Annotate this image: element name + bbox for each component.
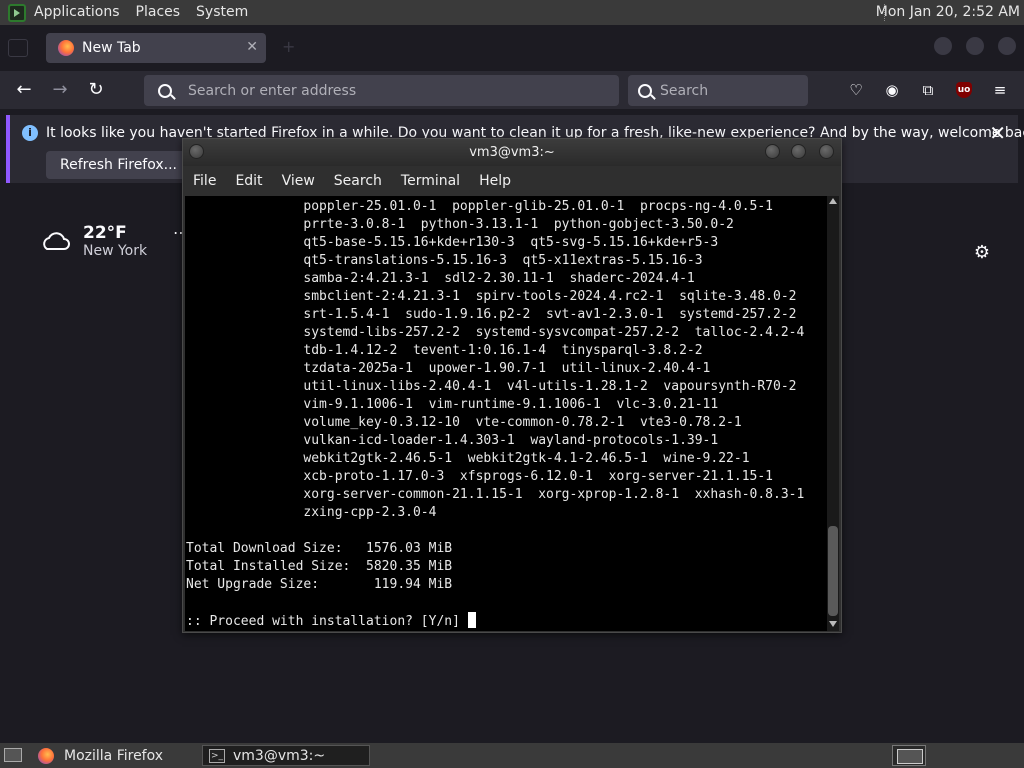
terminal-line: qt5-base-5.15.16+kde+r130-3 qt5-svg-5.15… [186,235,719,250]
menu-search[interactable]: Search [334,173,382,189]
terminal-line: poppler-25.01.0-1 poppler-glib-25.01.0-1… [186,199,773,214]
terminal-window: vm3@vm3:~ File Edit View Search Terminal… [182,138,842,633]
terminal-line: xcb-proto-1.17.0-3 xfsprogs-6.12.0-1 xor… [186,469,773,484]
applications-logo-icon[interactable] [8,3,26,22]
terminal-line: Total Download Size: 1576.03 MiB [186,541,453,556]
tab-close-icon[interactable]: ✕ [246,39,258,55]
workspace-switcher[interactable] [892,745,926,766]
terminal-icon: >_ [209,748,225,763]
applications-menu[interactable]: Applications [26,0,128,25]
close-window-button[interactable] [998,37,1016,55]
terminal-line: vulkan-icd-loader-1.4.303-1 wayland-prot… [186,433,719,448]
terminal-line: Net Upgrade Size: 119.94 MiB [186,577,453,592]
window-menu-button[interactable] [189,144,204,159]
taskbar-item-label: Mozilla Firefox [64,747,164,764]
firefox-view-icon[interactable] [8,39,28,57]
new-tab-button[interactable]: + [282,37,295,56]
clock[interactable]: Mon Jan 20, 2:52 AM [876,0,1020,25]
close-icon[interactable]: ✕ [989,121,1006,145]
tab-title: New Tab [82,40,141,56]
terminal-scrollbar[interactable] [827,196,839,631]
menu-file[interactable]: File [193,173,216,189]
search-icon [638,83,652,98]
search-placeholder: Search [660,82,709,99]
scrollbar-thumb[interactable] [828,526,838,616]
firefox-icon [38,747,54,764]
places-menu[interactable]: Places [128,0,189,25]
terminal-line: util-linux-libs-2.40.4-1 v4l-utils-1.28.… [186,379,797,394]
account-icon[interactable]: ◉ [882,80,902,100]
refresh-firefox-button[interactable]: Refresh Firefox... [46,151,192,179]
taskbar-item-label: vm3@vm3:~ [233,747,326,764]
search-input[interactable]: Search [628,75,808,106]
search-icon [158,83,172,98]
terminal-titlebar[interactable]: vm3@vm3:~ [183,139,841,166]
nav-bar: ← → ↻ Search or enter address Search ♡ ◉… [0,71,1024,109]
terminal-line: samba-2:4.21.3-1 sdl2-2.30.11-1 shaderc-… [186,271,695,286]
terminal-title: vm3@vm3:~ [469,145,555,160]
terminal-line: srt-1.5.4-1 sudo-1.9.16.p2-2 svt-av1-2.3… [186,307,797,322]
system-menu[interactable]: System [188,0,256,25]
forward-icon[interactable]: → [49,79,71,101]
back-icon[interactable]: ← [13,79,35,101]
scroll-down-icon[interactable] [829,621,837,627]
gear-icon[interactable]: ⚙ [972,243,992,263]
bottom-taskbar: Mozilla Firefox >_ vm3@vm3:~ [0,743,1024,768]
maximize-button[interactable] [791,144,806,159]
firefox-favicon-icon [58,40,74,56]
terminal-line: zxing-cpp-2.3.0-4 [186,505,437,520]
tab-bar: New Tab ✕ + [0,25,1024,71]
terminal-line: tdb-1.4.12-2 tevent-1:0.16.1-4 tinysparq… [186,343,703,358]
hamburger-menu-icon[interactable]: ≡ [990,80,1010,100]
terminal-output[interactable]: poppler-25.01.0-1 poppler-glib-25.01.0-1… [185,196,827,631]
terminal-menubar: File Edit View Search Terminal Help [183,166,841,196]
terminal-cursor [467,612,476,628]
terminal-line: prrte-3.0.8-1 python-3.13.1-1 python-gob… [186,217,734,232]
terminal-text: poppler-25.01.0-1 poppler-glib-25.01.0-1… [186,198,804,631]
menu-view[interactable]: View [282,173,315,189]
reload-icon[interactable]: ↻ [85,79,107,101]
terminal-prompt: :: Proceed with installation? [Y/n] [186,614,468,629]
terminal-line: volume_key-0.3.12-10 vte-common-0.78.2-1… [186,415,742,430]
menu-help[interactable]: Help [479,173,511,189]
terminal-line: qt5-translations-5.15.16-3 qt5-x11extras… [186,253,703,268]
weather-temperature: 22°F [83,223,127,243]
terminal-line: tzdata-2025a-1 upower-1.90.7-1 util-linu… [186,361,711,376]
taskbar-item-terminal[interactable]: >_ vm3@vm3:~ [202,745,370,766]
close-button[interactable] [819,144,834,159]
url-input[interactable]: Search or enter address [144,75,619,106]
terminal-line: webkit2gtk-2.46.5-1 webkit2gtk-4.1-2.46.… [186,451,750,466]
pocket-icon[interactable]: ♡ [846,80,866,100]
taskbar-item-firefox[interactable]: Mozilla Firefox [32,745,200,766]
scroll-up-icon[interactable] [829,198,837,204]
weather-city: New York [83,243,148,259]
top-panel: Applications Places System Mon Jan 20, 2… [0,0,1024,25]
tab-new-tab[interactable]: New Tab ✕ [46,33,266,63]
terminal-line: xorg-server-common-21.1.15-1 xorg-xprop-… [186,487,805,502]
minimize-button[interactable] [765,144,780,159]
minimize-button[interactable] [934,37,952,55]
terminal-line: vim-9.1.1006-1 vim-runtime-9.1.1006-1 vl… [186,397,719,412]
terminal-line: smbclient-2:4.21.3-1 spirv-tools-2024.4.… [186,289,797,304]
terminal-prompt-line: :: Proceed with installation? [Y/n] [186,612,804,631]
terminal-line: Total Installed Size: 5820.35 MiB [186,559,453,574]
url-placeholder: Search or enter address [188,82,357,99]
extensions-icon[interactable]: ⧉ [918,80,938,100]
ublock-origin-icon[interactable]: uo [956,82,972,98]
cloud-icon [43,232,70,250]
terminal-line: systemd-libs-257.2-2 systemd-sysvcompat-… [186,325,805,340]
menu-terminal[interactable]: Terminal [401,173,460,189]
menu-edit[interactable]: Edit [235,173,262,189]
info-icon: i [22,125,38,141]
show-desktop-icon[interactable] [4,748,22,762]
maximize-button[interactable] [966,37,984,55]
